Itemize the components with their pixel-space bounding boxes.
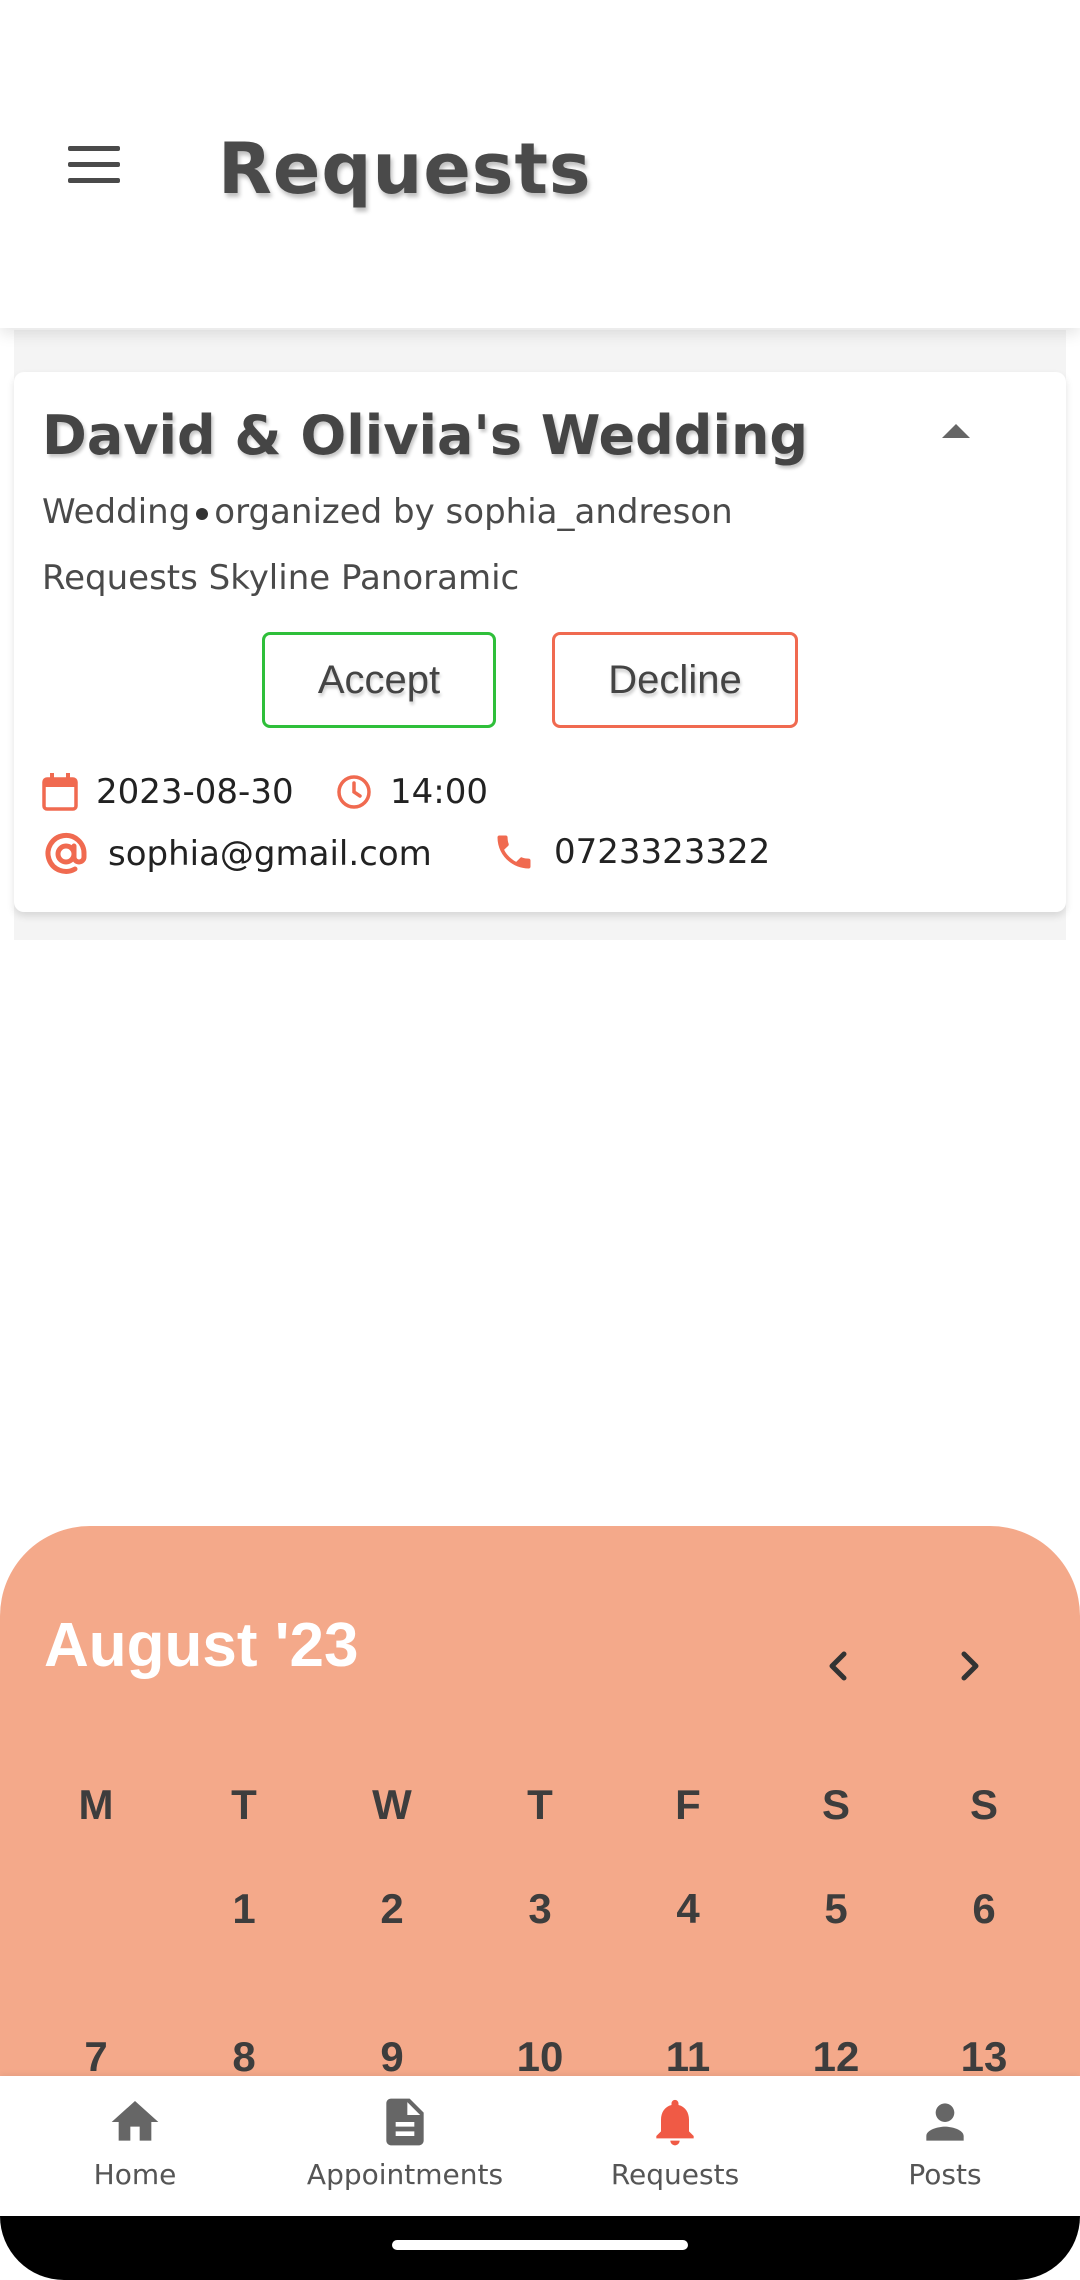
calendar-icon bbox=[42, 773, 78, 811]
organizer-text: organized by sophia_andreson bbox=[214, 492, 733, 532]
nav-label: Appointments bbox=[306, 2158, 504, 2191]
hamburger-menu-icon[interactable] bbox=[68, 146, 120, 184]
calendar-panel: August '23 M T W T F S S 1 2 3 4 5 6 7 8… bbox=[0, 1526, 1080, 2086]
phone-icon bbox=[497, 835, 531, 869]
request-title: David & Olivia's Wedding bbox=[42, 404, 809, 467]
calendar-day[interactable]: 2 bbox=[318, 1885, 466, 2033]
weekday-label: W bbox=[372, 1781, 412, 1828]
event-date: 2023-08-30 bbox=[42, 772, 294, 812]
weekday-label: M bbox=[78, 1781, 114, 1828]
weekday-header-row: M T W T F S S bbox=[22, 1781, 1058, 1885]
contact-email: sophia@gmail.com bbox=[42, 830, 432, 878]
bell-icon bbox=[656, 2099, 694, 2146]
accept-button[interactable]: Accept bbox=[262, 632, 496, 728]
calendar-day[interactable]: 1 bbox=[170, 1885, 318, 2033]
chevron-right-icon[interactable] bbox=[950, 1646, 990, 1686]
weekday-label: T bbox=[527, 1781, 553, 1828]
nav-item-requests[interactable]: Requests bbox=[540, 2076, 810, 2216]
calendar-day[interactable]: 4 bbox=[614, 1885, 762, 2033]
weekday-label: S bbox=[969, 1781, 998, 1828]
event-type: Wedding bbox=[42, 492, 191, 532]
bottom-navigation: Home Appointments Requests Posts bbox=[0, 2076, 1080, 2216]
calendar-day[interactable]: 6 bbox=[910, 1885, 1058, 2033]
bullet-dot bbox=[196, 507, 209, 520]
at-sign-icon bbox=[45, 832, 87, 874]
decline-button[interactable]: Decline bbox=[552, 632, 798, 728]
weekday-label: F bbox=[675, 1781, 701, 1828]
system-gesture-area bbox=[0, 2216, 1080, 2280]
weekday-label: S bbox=[821, 1781, 850, 1828]
document-icon bbox=[386, 2098, 424, 2146]
calendar-day[interactable]: 5 bbox=[762, 1885, 910, 2033]
nav-item-posts[interactable]: Posts bbox=[810, 2076, 1080, 2216]
calendar-day-empty bbox=[22, 1885, 170, 2033]
nav-label: Requests bbox=[610, 2158, 740, 2191]
event-time: 14:00 bbox=[336, 772, 488, 812]
request-text: Requests Skyline Panoramic bbox=[42, 558, 520, 598]
app-bar: Requests bbox=[0, 0, 1080, 328]
home-icon bbox=[111, 2101, 159, 2141]
page-title: Requests bbox=[218, 128, 592, 210]
contact-phone: 0723323322 bbox=[492, 830, 770, 874]
nav-item-home[interactable]: Home bbox=[0, 2076, 270, 2216]
collapse-arrow-icon[interactable] bbox=[942, 424, 970, 438]
person-icon bbox=[926, 2103, 964, 2141]
weekday-label: T bbox=[231, 1781, 257, 1828]
event-meta: Wedding organized by sophia_andreson bbox=[42, 492, 733, 532]
contact-email-text[interactable]: sophia@gmail.com bbox=[108, 834, 432, 874]
calendar-grid: M T W T F S S 1 2 3 4 5 6 7 8 9 10 11 12… bbox=[22, 1781, 1058, 2086]
event-date-text: 2023-08-30 bbox=[96, 772, 294, 812]
calendar-day[interactable]: 3 bbox=[466, 1885, 614, 2033]
nav-label: Home bbox=[93, 2158, 177, 2191]
event-time-text: 14:00 bbox=[390, 772, 488, 812]
calendar-week-row: 1 2 3 4 5 6 bbox=[22, 1885, 1058, 2033]
nav-label: Posts bbox=[908, 2158, 982, 2191]
calendar-month-label: August '23 bbox=[44, 1611, 359, 1680]
clock-icon bbox=[337, 775, 371, 809]
contact-phone-text[interactable]: 0723323322 bbox=[554, 832, 770, 872]
home-gesture-bar[interactable] bbox=[392, 2240, 688, 2250]
nav-item-appointments[interactable]: Appointments bbox=[270, 2076, 540, 2216]
chevron-left-icon[interactable] bbox=[818, 1646, 858, 1686]
request-card: David & Olivia's Wedding Wedding organize… bbox=[14, 372, 1066, 912]
